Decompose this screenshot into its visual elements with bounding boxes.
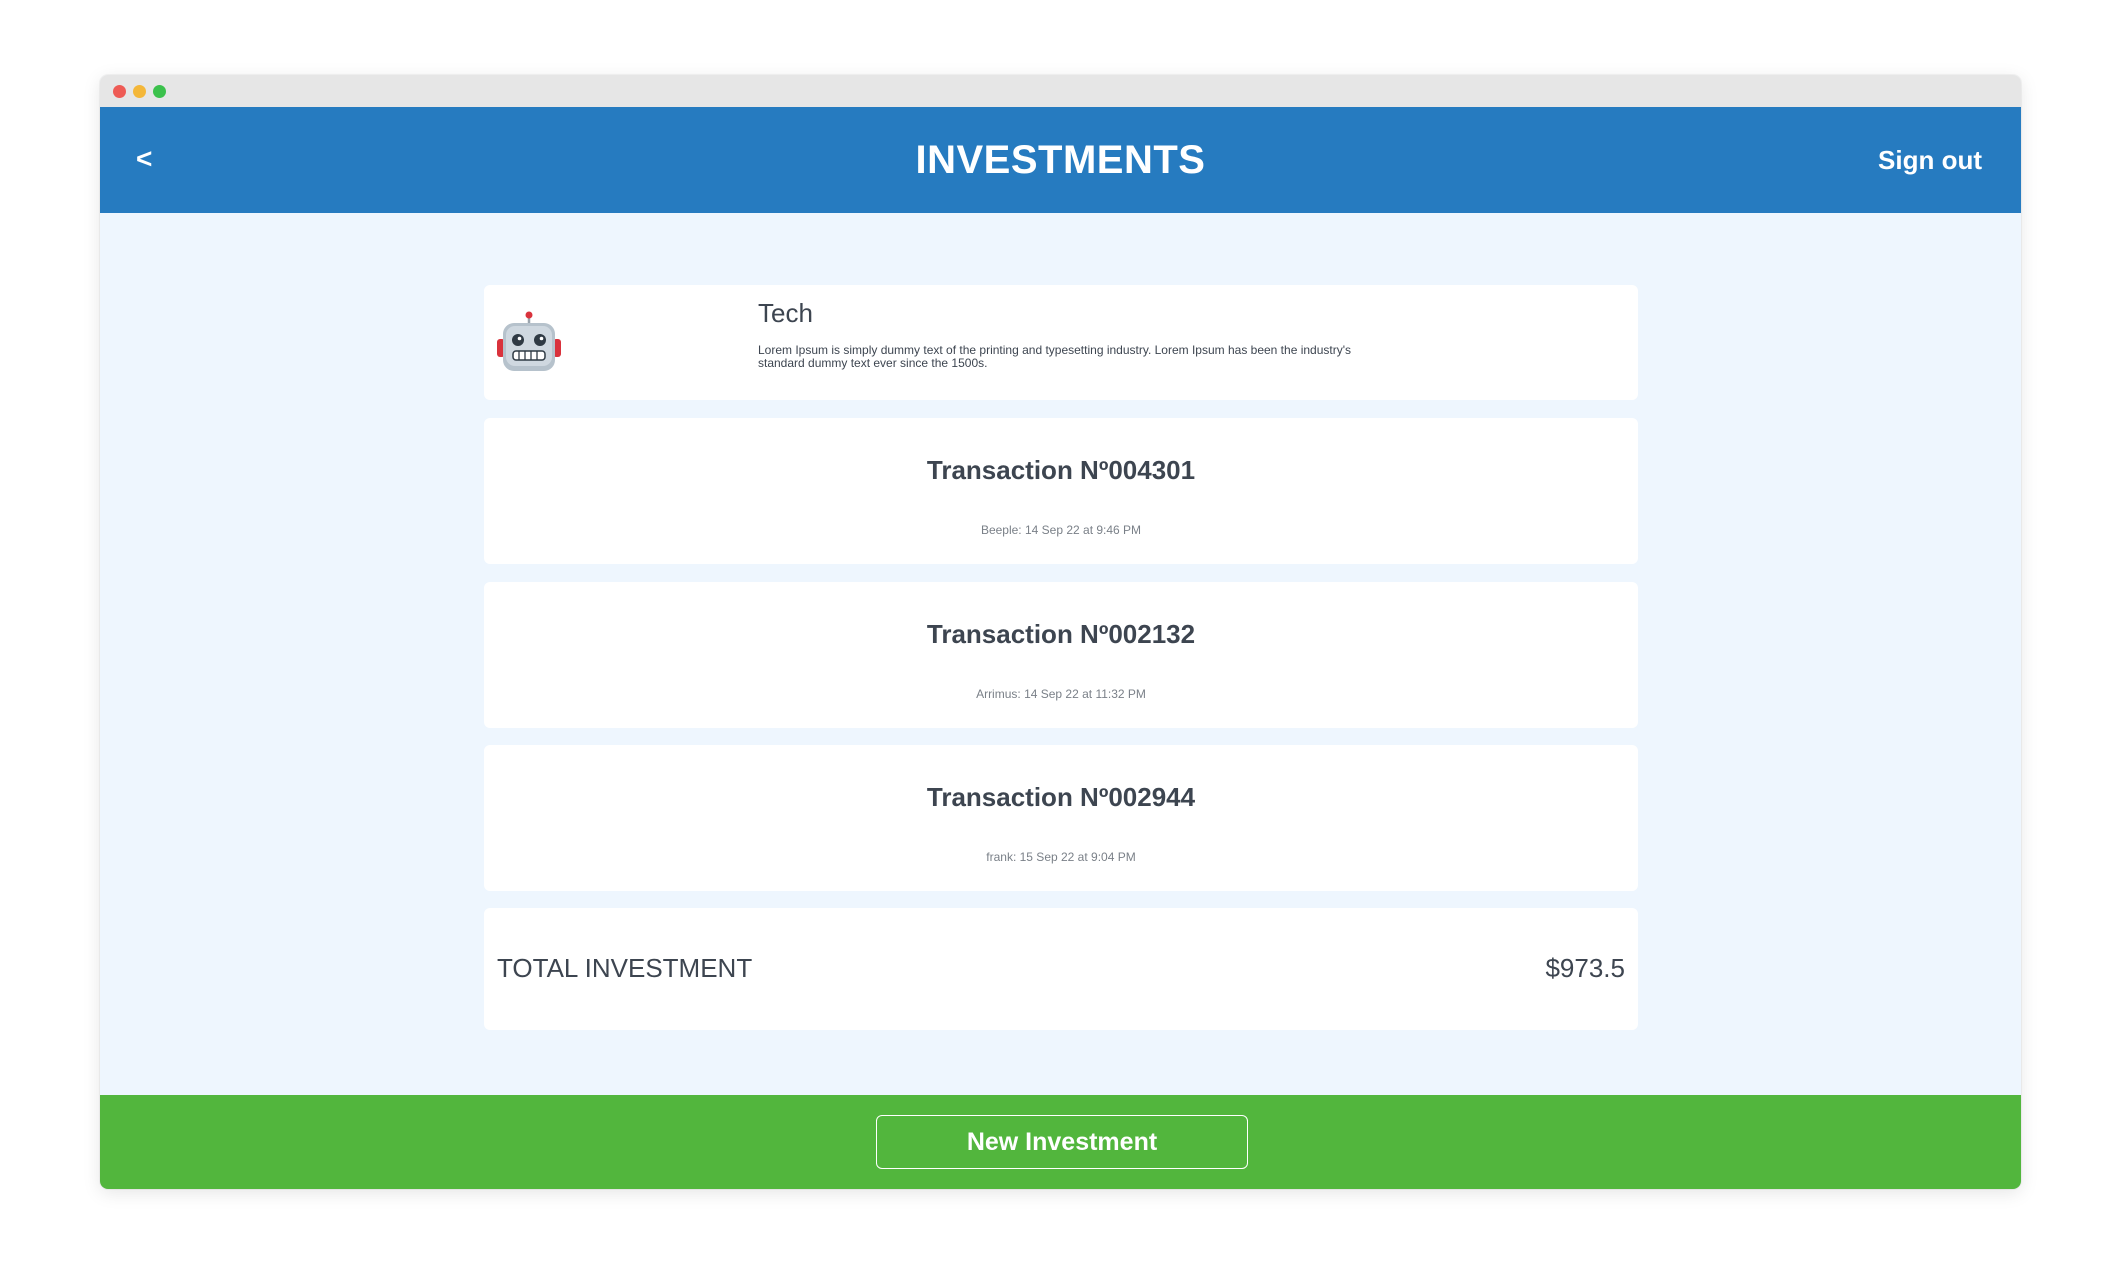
window-maximize-button[interactable] [153,85,166,98]
transaction-title: Transaction Nº004301 [926,455,1196,485]
transaction-card[interactable]: Transaction Nº004301 Beeple: 14 Sep 22 a… [484,418,1638,564]
footer-bar: New Investment [100,1095,2021,1189]
sign-out-button[interactable]: Sign out [1878,142,1982,178]
transaction-card[interactable]: Transaction Nº002944 frank: 15 Sep 22 at… [484,745,1638,891]
category-card: Tech Lorem Ipsum is simply dummy text of… [484,285,1638,400]
category-description: Lorem Ipsum is simply dummy text of the … [758,343,1352,370]
transaction-meta: frank: 15 Sep 22 at 9:04 PM [986,850,1136,864]
window-close-button[interactable] [113,85,126,98]
total-investment-label: TOTAL INVESTMENT [497,953,753,983]
transaction-card[interactable]: Transaction Nº002132 Arrimus: 14 Sep 22 … [484,582,1638,728]
window-minimize-button[interactable] [133,85,146,98]
total-investment-card: TOTAL INVESTMENT $973.5 [484,908,1638,1030]
robot-icon [497,311,561,371]
app-window: < INVESTMENTS Sign out Tech Lorem Ipsum … [100,75,2021,1189]
app-header: < INVESTMENTS Sign out [100,107,2021,213]
transaction-meta: Arrimus: 14 Sep 22 at 11:32 PM [976,687,1146,701]
transaction-meta: Beeple: 14 Sep 22 at 9:46 PM [980,523,1142,537]
transaction-title: Transaction Nº002944 [926,782,1196,812]
category-name: Tech [758,298,813,328]
window-titlebar [100,75,2021,107]
transaction-title: Transaction Nº002132 [926,619,1196,649]
page-title: INVESTMENTS [915,138,1206,182]
new-investment-button[interactable]: New Investment [876,1115,1248,1169]
total-investment-value: $973.5 [1545,953,1625,983]
